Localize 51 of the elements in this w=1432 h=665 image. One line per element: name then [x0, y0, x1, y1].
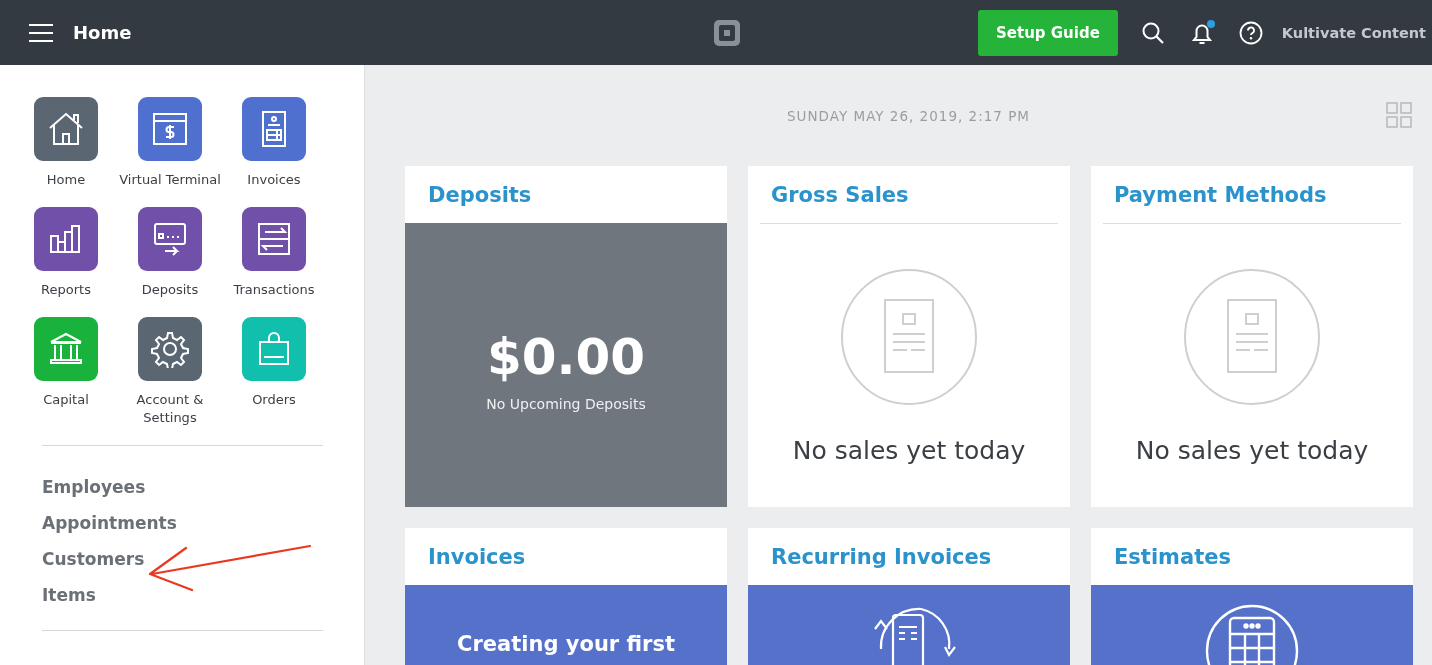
app-label[interactable]: Home	[14, 171, 118, 189]
transfer-arrows-icon	[255, 220, 293, 258]
app-label[interactable]: Orders	[222, 391, 326, 409]
nav-link[interactable]: Appointments	[42, 510, 323, 536]
dashboard-card[interactable]: Invoices Creating your first	[405, 528, 727, 665]
app-tile[interactable]	[138, 207, 202, 271]
card-title: Invoices	[428, 544, 526, 569]
nav-link[interactable]: Employees	[42, 474, 323, 500]
card-arrow-icon	[151, 220, 189, 258]
app-label[interactable]: Deposits	[118, 281, 222, 299]
app-tile[interactable]	[242, 317, 306, 381]
account-name[interactable]: Kultivate Content	[1281, 24, 1426, 41]
empty-message: No sales yet today	[1135, 436, 1369, 465]
app-label[interactable]: Account & Settings	[118, 391, 222, 427]
app-tile[interactable]	[242, 207, 306, 271]
app-tile[interactable]	[34, 97, 98, 161]
nav-link[interactable]: Items	[42, 582, 323, 608]
app-tile[interactable]	[34, 317, 98, 381]
dashboard-card[interactable]: Gross Sales No sales yet today	[748, 166, 1070, 507]
card-title: Estimates	[1114, 544, 1231, 569]
receipt-circle-icon	[1183, 268, 1321, 406]
card-title: Deposits	[428, 182, 532, 207]
help-icon[interactable]	[1238, 20, 1263, 45]
app-label[interactable]: Transactions	[222, 281, 326, 299]
logo-icon[interactable]	[713, 19, 741, 47]
date-time: SUNDAY MAY 26, 2019, 2:17 PM	[787, 107, 1030, 124]
app-tile[interactable]	[138, 97, 202, 161]
card-title: Payment Methods	[1114, 182, 1327, 207]
gear-icon	[151, 330, 189, 368]
app-label[interactable]: Virtual Terminal	[118, 171, 222, 189]
promo-text: Creating your first	[457, 632, 675, 656]
menu-icon[interactable]	[29, 23, 53, 42]
deposit-amount: $0.00	[486, 328, 646, 386]
app-label[interactable]: Invoices	[222, 171, 326, 189]
dashboard-card[interactable]: Payment Methods No sales yet today	[1091, 166, 1413, 507]
dashboard-card[interactable]: Deposits $0.00 No Upcoming Deposits	[405, 166, 727, 507]
card-title: Gross Sales	[771, 182, 909, 207]
empty-message: No sales yet today	[792, 436, 1026, 465]
search-icon[interactable]	[1140, 20, 1165, 45]
deposit-caption: No Upcoming Deposits	[486, 396, 646, 412]
terminal-icon	[151, 110, 189, 148]
card-title: Recurring Invoices	[771, 544, 992, 569]
app-tile[interactable]	[242, 97, 306, 161]
app-label[interactable]: Reports	[14, 281, 118, 299]
page-title: Home	[73, 22, 132, 43]
nav-link[interactable]: Customers	[42, 546, 323, 572]
receipt-circle-icon	[840, 268, 978, 406]
app-label[interactable]: Capital	[14, 391, 118, 409]
app-tile[interactable]	[138, 317, 202, 381]
app-tile[interactable]	[34, 207, 98, 271]
house-icon	[47, 110, 85, 148]
